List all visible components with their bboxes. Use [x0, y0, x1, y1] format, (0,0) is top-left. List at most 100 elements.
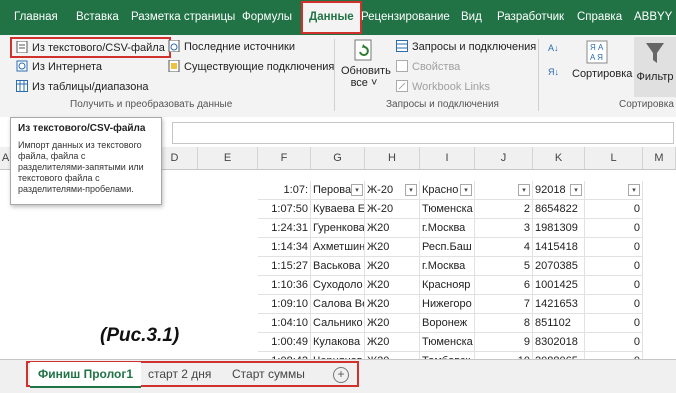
cell-group[interactable]: Ж20 — [365, 238, 420, 257]
cell-time[interactable]: 1:09:10 — [258, 295, 311, 314]
refresh-all-button[interactable]: Обновить все ˅ — [341, 39, 391, 89]
cell-id[interactable]: 2070385 — [533, 257, 585, 276]
from-table-button[interactable]: Из таблицы/диапазона — [16, 80, 149, 93]
tab-abbyy[interactable]: ABBYY Fi — [634, 0, 676, 35]
tab-page-layout[interactable]: Разметка страницы — [131, 0, 235, 35]
cell-place[interactable]: 4 — [475, 238, 533, 257]
cell-time[interactable]: 1:14:34 — [258, 238, 311, 257]
cell-place[interactable]: 7 — [475, 295, 533, 314]
cell-penalty[interactable]: 0 — [585, 219, 643, 238]
sort-button[interactable]: Я AA Я Сортировка — [572, 40, 632, 80]
filter-dropdown-icon[interactable]: ▾ — [351, 184, 363, 196]
column-header-j[interactable]: J — [475, 147, 533, 169]
recent-sources-button[interactable]: Последние источники — [168, 39, 295, 53]
tab-developer[interactable]: Разработчик — [497, 0, 564, 35]
workbook-links-button[interactable]: Workbook Links — [396, 80, 490, 93]
cell-place[interactable]: 6 — [475, 276, 533, 295]
cell-id[interactable]: 8302018 — [533, 333, 585, 352]
cell-penalty[interactable]: 0 — [585, 333, 643, 352]
from-text-csv-button[interactable]: Из текстового/CSV-файла — [10, 37, 171, 58]
cell-id[interactable]: 1421653 — [533, 295, 585, 314]
cell-region[interactable]: г.Москва — [420, 219, 475, 238]
cell-penalty[interactable]: 0 — [585, 238, 643, 257]
cell-group[interactable]: Ж20 — [365, 295, 420, 314]
cell-time[interactable]: 1:00:49 — [258, 333, 311, 352]
cell-group[interactable]: Ж20 — [365, 276, 420, 295]
cell-name[interactable]: Куваева Е — [311, 200, 365, 219]
cell-time[interactable]: 1:04:10 — [258, 314, 311, 333]
tab-help[interactable]: Справка — [577, 0, 622, 35]
filter-cell-k[interactable]: 92018 ▾ — [533, 181, 585, 200]
cell-id[interactable]: 851102 — [533, 314, 585, 333]
tab-view[interactable]: Вид — [461, 0, 482, 35]
tab-review[interactable]: Рецензирование — [361, 0, 450, 35]
cell-name[interactable]: Ахметшин — [311, 238, 365, 257]
formula-input[interactable] — [172, 122, 674, 144]
sort-za-icon[interactable]: Я↓ — [548, 67, 559, 77]
cell-place[interactable]: 9 — [475, 333, 533, 352]
filter-dropdown-icon[interactable]: ▾ — [518, 184, 530, 196]
sheet-tab-start-2-days[interactable]: старт 2 дня — [140, 362, 219, 386]
cell-group[interactable]: Ж20 — [365, 333, 420, 352]
cell-time[interactable]: 1:07:50 — [258, 200, 311, 219]
queries-connections-button[interactable]: Запросы и подключения — [396, 40, 536, 53]
cell-region[interactable]: Респ.Баш — [420, 238, 475, 257]
cell-region[interactable]: Нижегоро — [420, 295, 475, 314]
from-web-button[interactable]: Из Интернета — [16, 60, 102, 73]
filter-dropdown-icon[interactable]: ▾ — [405, 184, 417, 196]
filter-dropdown-icon[interactable]: ▾ — [460, 184, 472, 196]
filter-dropdown-icon[interactable]: ▾ — [628, 184, 640, 196]
cell-penalty[interactable]: 0 — [585, 200, 643, 219]
column-header-h[interactable]: H — [365, 147, 420, 169]
filter-cell-g[interactable]: Перова ▾ — [311, 181, 365, 200]
column-header-i[interactable]: I — [420, 147, 475, 169]
tab-formulas[interactable]: Формулы — [242, 0, 292, 35]
sort-az-icon[interactable]: A↓ — [548, 43, 559, 53]
cell-time[interactable]: 1:15:27 — [258, 257, 311, 276]
cell-name[interactable]: Васькова — [311, 257, 365, 276]
filter-button[interactable]: Фильтр — [634, 37, 676, 97]
cell-group[interactable]: Ж20 — [365, 257, 420, 276]
column-header-e[interactable]: E — [198, 147, 258, 169]
cell-group[interactable]: Ж20 — [365, 219, 420, 238]
cell-place[interactable]: 2 — [475, 200, 533, 219]
cell-region[interactable]: Тюменска — [420, 200, 475, 219]
filter-dropdown-icon[interactable]: ▾ — [570, 184, 582, 196]
cell-name[interactable]: Салова Ве — [311, 295, 365, 314]
cell-region[interactable]: г.Москва — [420, 257, 475, 276]
cell-group[interactable]: Ж-20 — [365, 200, 420, 219]
cell-time[interactable]: 1:24:31 — [258, 219, 311, 238]
cell-name[interactable]: Кулакова — [311, 333, 365, 352]
existing-connections-button[interactable]: Существующие подключения — [168, 59, 334, 73]
column-header-l[interactable]: L — [585, 147, 643, 169]
cell-penalty[interactable]: 0 — [585, 295, 643, 314]
cell-place[interactable]: 5 — [475, 257, 533, 276]
column-header-g[interactable]: G — [311, 147, 365, 169]
filter-cell-j[interactable]: ▾ — [475, 181, 533, 200]
cell-name[interactable]: Гуренкова — [311, 219, 365, 238]
cell-time[interactable]: 1:10:36 — [258, 276, 311, 295]
cell-group[interactable]: Ж20 — [365, 314, 420, 333]
add-sheet-button[interactable]: + — [333, 367, 349, 383]
column-header-k[interactable]: K — [533, 147, 585, 169]
cell-id[interactable]: 8654822 — [533, 200, 585, 219]
filter-cell-f[interactable]: 1:07: — [258, 181, 311, 200]
tab-insert[interactable]: Вставка — [76, 0, 119, 35]
cell-id[interactable]: 1415418 — [533, 238, 585, 257]
tab-home[interactable]: Главная — [14, 0, 58, 35]
filter-cell-i[interactable]: Красно ▾ — [420, 181, 475, 200]
cell-id[interactable]: 1001425 — [533, 276, 585, 295]
cell-name[interactable]: Суходоло — [311, 276, 365, 295]
cell-id[interactable]: 1981309 — [533, 219, 585, 238]
sheet-tab-finish-prolog1[interactable]: Финиш Пролог1 — [30, 362, 142, 388]
filter-cell-h[interactable]: Ж-20 ▾ — [365, 181, 420, 200]
sheet-tab-start-sum[interactable]: Старт суммы — [224, 362, 313, 386]
cell-penalty[interactable]: 0 — [585, 314, 643, 333]
column-header-m[interactable]: M — [643, 147, 676, 169]
cell-place[interactable]: 8 — [475, 314, 533, 333]
filter-cell-l[interactable]: ▾ — [585, 181, 643, 200]
cell-place[interactable]: 3 — [475, 219, 533, 238]
cell-name[interactable]: Сальнико — [311, 314, 365, 333]
column-header-f[interactable]: F — [258, 147, 311, 169]
properties-button[interactable]: Свойства — [396, 60, 460, 73]
